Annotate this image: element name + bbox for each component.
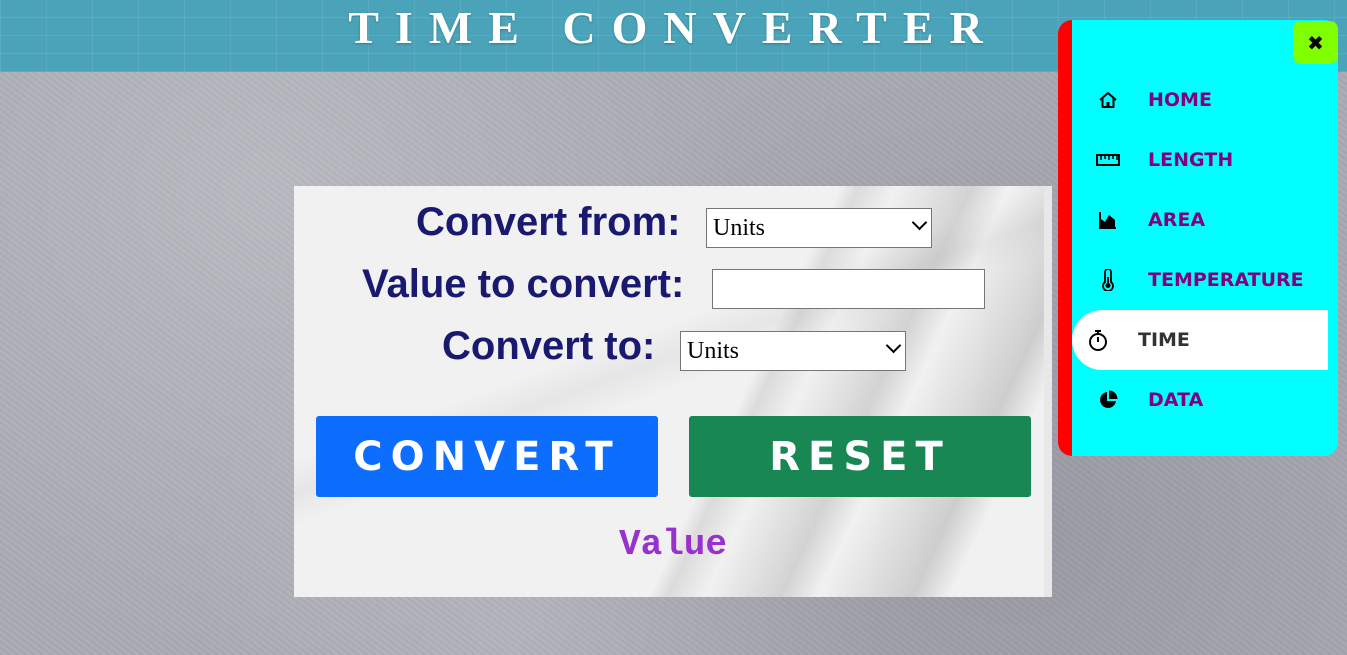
home-icon — [1096, 88, 1120, 112]
convert-to-label: Convert to: — [442, 324, 656, 368]
convert-from-select-value: Units — [713, 215, 766, 241]
nav-item-time[interactable]: TIME — [1072, 310, 1328, 370]
nav-item-label: LENGTH — [1148, 149, 1234, 171]
close-icon: ✖ — [1307, 30, 1324, 55]
chevron-down-icon — [911, 214, 928, 231]
value-input[interactable] — [712, 269, 985, 309]
pie-chart-icon — [1096, 388, 1120, 412]
result-value: Value — [618, 524, 728, 565]
convert-button[interactable]: CONVERT — [316, 416, 658, 497]
nav-item-label: HOME — [1148, 89, 1212, 111]
nav-item-label: TIME — [1138, 329, 1190, 351]
converter-panel: Convert from: Units Value to convert: Co… — [294, 186, 1052, 597]
reset-button[interactable]: RESET — [689, 416, 1031, 497]
thermometer-icon — [1096, 268, 1120, 292]
ruler-icon — [1096, 148, 1120, 172]
nav-item-length[interactable]: LENGTH — [1072, 130, 1328, 190]
nav-item-data[interactable]: DATA — [1072, 370, 1328, 430]
value-to-convert-label: Value to convert: — [362, 262, 685, 306]
close-menu-button[interactable]: ✖ — [1293, 21, 1338, 64]
nav-item-label: TEMPERATURE — [1148, 269, 1304, 291]
nav-item-area[interactable]: AREA — [1072, 190, 1328, 250]
convert-from-label: Convert from: — [416, 200, 681, 244]
area-chart-icon — [1096, 208, 1120, 232]
convert-to-select[interactable]: Units — [680, 331, 906, 371]
nav-item-label: AREA — [1148, 209, 1206, 231]
sidebar-nav: HOME LENGTH AREA TEMPERATURE TIME DATA — [1058, 20, 1338, 456]
nav-item-label: DATA — [1148, 389, 1204, 411]
stopwatch-icon — [1086, 328, 1110, 352]
convert-to-select-value: Units — [687, 338, 740, 364]
nav-item-home[interactable]: HOME — [1072, 70, 1328, 130]
chevron-down-icon — [885, 337, 902, 354]
nav-item-temperature[interactable]: TEMPERATURE — [1072, 250, 1328, 310]
convert-from-select[interactable]: Units — [706, 208, 932, 248]
